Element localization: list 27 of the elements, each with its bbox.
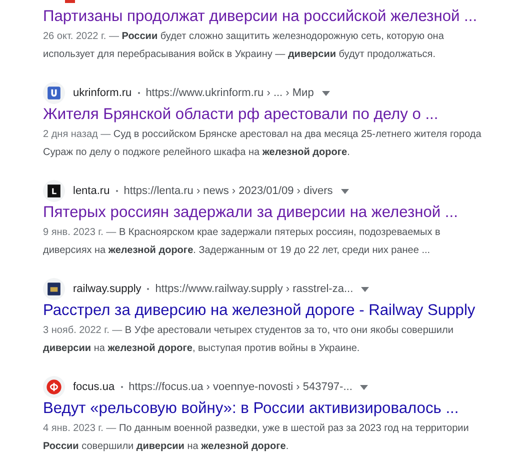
result-url[interactable]: https://www.railway.supply › rasstrel-za...: [155, 283, 354, 295]
result-url[interactable]: https://focus.ua › voennye-novosti › 543797-...: [128, 381, 352, 393]
result-snippet: 26 окт. 2022 г. — России будет сложно защитить железнодорожную сеть, которую она использует для перебрасывания войск в Украину — диверсии будут продолжаться.: [43, 30, 445, 62]
result-title[interactable]: Ведут «рельсовую войну»: в России активизировалось ...: [43, 398, 505, 420]
site-name: railway.supply: [73, 283, 142, 295]
caret-icon[interactable]: [322, 90, 330, 96]
caret-icon[interactable]: [360, 384, 368, 390]
result-url[interactable]: https://lenta.ru › news › 2023/01/09 › divers: [124, 185, 333, 197]
result-title[interactable]: Жителя Брянской области рф арестовали по делу о ...: [43, 104, 505, 126]
favicon-icon: [43, 376, 65, 398]
favicon-icon: [43, 82, 65, 104]
result-title[interactable]: Партизаны продолжат диверсии на российской железной ...: [43, 6, 505, 28]
result-snippet: 2 дня назад — Суд в российском Брянске арестовал на два месяца 25-летнего жителя города Сураж по делу о поджоге релейного шкафа на железной дороге.: [43, 128, 482, 160]
site-name: focus.ua: [73, 381, 115, 393]
site-name: lenta.ru: [73, 185, 110, 197]
caret-icon[interactable]: [361, 286, 370, 292]
site-name: ukrinform.ru: [73, 87, 132, 99]
favicon-icon: [43, 180, 65, 202]
result-title[interactable]: Пятерых россиян задержали за диверсии на железной ...: [43, 202, 505, 224]
favicon-icon: [43, 278, 65, 300]
result-snippet: 9 янв. 2023 г. — В Красноярском крае задержали пятерых россиян, подозреваемых в диверсиях на железной дороге. Задержанным от 19 до 22 лет, среди них ранее ...: [43, 226, 442, 258]
result-snippet: 3 нояб. 2022 г. — В Уфе арестовали четырех студентов за то, что они якобы совершили диверсии на железной дороге, выступая против войны в Украине.: [43, 324, 454, 356]
caret-icon[interactable]: [340, 188, 349, 194]
result-snippet: 4 янв. 2023 г. — По данным военной разведки, уже в шестой раз за 2023 год на территории России совершили диверсии на железной дороге.: [43, 422, 470, 454]
favicon-icon: [65, 0, 75, 3]
result-title[interactable]: Расстрел за диверсию на железной дороге - Railway Supply: [43, 300, 505, 322]
result-url[interactable]: https://www.ukrinform.ru › ... › Мир: [146, 87, 314, 99]
